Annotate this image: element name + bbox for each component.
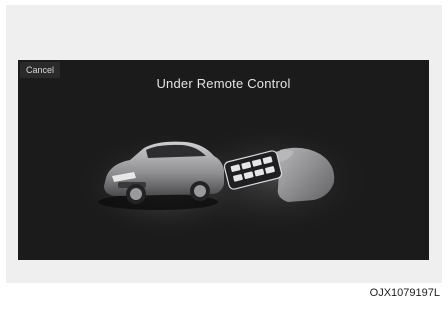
figure-code: OJX1079197L (369, 287, 440, 299)
display-frame: Cancel Under Remote Control (6, 5, 442, 283)
screen-title: Under Remote Control (156, 76, 291, 91)
infotainment-screen: Cancel Under Remote Control (18, 60, 429, 260)
